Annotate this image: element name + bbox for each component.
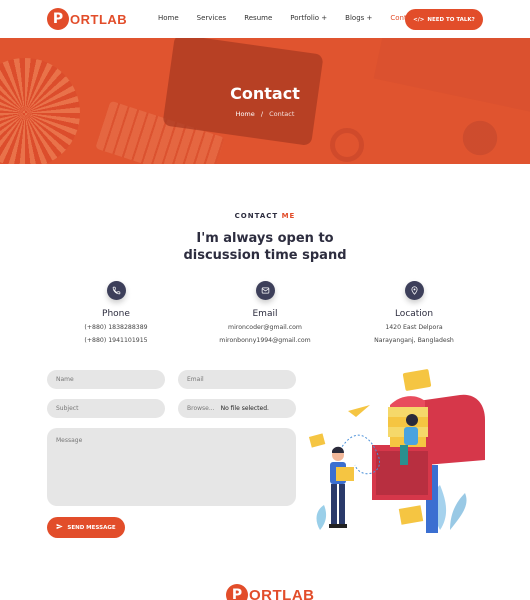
section-kicker: CONTACT ME xyxy=(0,212,530,220)
nav-services[interactable]: Services xyxy=(197,14,227,22)
nav-resume[interactable]: Resume xyxy=(244,14,272,22)
breadcrumb-separator: / xyxy=(260,110,264,118)
laptop-decoration xyxy=(373,38,530,116)
cup-decoration xyxy=(330,128,364,162)
send-icon xyxy=(56,523,64,532)
nav-portfolio[interactable]: Portfolio + xyxy=(290,14,327,22)
logo-text: ORTLAB xyxy=(70,11,128,27)
phone-line-1[interactable]: (+880) 1838288389 xyxy=(51,324,181,331)
phone-icon xyxy=(106,281,126,300)
name-input[interactable]: Name xyxy=(47,370,165,389)
kicker-part-b: ME xyxy=(281,212,296,220)
send-message-button[interactable]: SEND MESSAGE xyxy=(47,517,125,538)
info-title: Email xyxy=(252,309,278,319)
mailbox-illustration xyxy=(308,369,485,533)
logo-mark: P xyxy=(47,8,69,30)
footer-logo-text: ORTLAB xyxy=(249,586,315,600)
site-header: P ORTLAB Home Services Resume Portfolio … xyxy=(0,0,530,38)
info-location: Location 1420 East Delpora Narayanganj, … xyxy=(349,281,479,344)
info-phone: Phone (+880) 1838288389 (+880) 194110191… xyxy=(51,281,181,344)
location-line-2: Narayanganj, Bangladesh xyxy=(374,337,454,344)
page-title: Contact xyxy=(230,84,300,103)
code-icon: </> xyxy=(413,16,425,23)
email-line-2[interactable]: mironbonny1994@gmail.com xyxy=(200,337,330,344)
phone-line-2[interactable]: (+880) 1941101915 xyxy=(51,337,181,344)
file-input[interactable]: Browse... No file selected. xyxy=(178,399,296,418)
email-icon xyxy=(255,281,275,300)
breadcrumb-current: Contact xyxy=(269,110,295,118)
message-textarea[interactable]: Message xyxy=(47,428,296,506)
file-status: No file selected. xyxy=(220,405,269,412)
location-line-1: 1420 East Delpora xyxy=(385,324,443,331)
nav-blogs[interactable]: Blogs + xyxy=(345,14,372,22)
footer-logo[interactable]: P ORTLAB xyxy=(226,584,315,600)
hero-banner: Contact Home / Contact xyxy=(0,38,530,164)
info-title: Phone xyxy=(102,309,130,319)
site-logo[interactable]: P ORTLAB xyxy=(47,8,127,30)
need-to-talk-label: NEED TO TALK? xyxy=(427,16,475,23)
location-icon xyxy=(404,281,424,300)
info-email: Email mironcoder@gmail.com mironbonny199… xyxy=(200,281,330,344)
file-browse-button[interactable]: Browse... xyxy=(187,405,215,412)
need-to-talk-button[interactable]: </> NEED TO TALK? xyxy=(405,9,483,30)
subject-input[interactable]: Subject xyxy=(47,399,165,418)
send-message-label: SEND MESSAGE xyxy=(67,524,116,531)
main-nav: Home Services Resume Portfolio + Blogs +… xyxy=(158,14,436,22)
email-input[interactable]: Email xyxy=(178,370,296,389)
section-heading: I'm always open to discussion time spand xyxy=(183,231,347,263)
email-line-1[interactable]: mironcoder@gmail.com xyxy=(200,324,330,331)
footer-logo-mark: P xyxy=(226,584,248,600)
breadcrumb-home[interactable]: Home xyxy=(236,110,255,118)
nav-home[interactable]: Home xyxy=(158,14,179,22)
kicker-part-a: CONTACT xyxy=(234,212,279,220)
breadcrumb: Home / Contact xyxy=(0,110,530,118)
info-title: Location xyxy=(394,309,434,319)
